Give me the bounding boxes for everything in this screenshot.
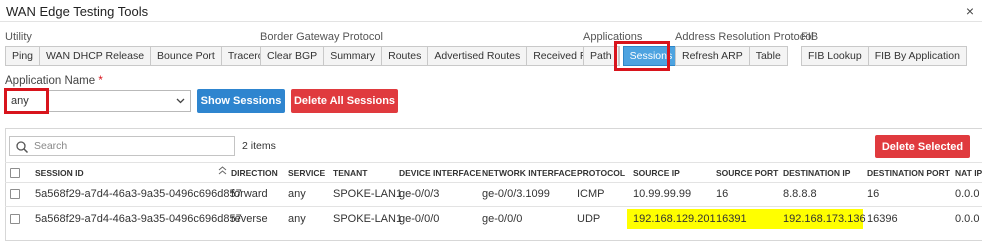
- search-input[interactable]: [34, 138, 232, 154]
- header-bottom-border: [5, 182, 982, 183]
- cell-destination-port: 16: [867, 188, 880, 200]
- cell-destination-port: 16396: [867, 213, 898, 225]
- cell-source-ip: 192.168.129.201: [633, 213, 716, 225]
- col-direction[interactable]: DIRECTION: [231, 168, 278, 178]
- arp-buttons: Refresh ARP Table: [675, 46, 788, 66]
- cell-network-interface: ge-0/0/0: [482, 213, 523, 225]
- cell-network-interface: ge-0/0/3.1099: [482, 188, 550, 200]
- col-protocol[interactable]: PROTOCOL: [577, 168, 625, 178]
- clear-bgp-button[interactable]: Clear BGP: [260, 46, 325, 66]
- window-title: WAN Edge Testing Tools: [6, 4, 149, 19]
- summary-button[interactable]: Summary: [324, 46, 383, 66]
- cell-tenant: SPOKE-LAN1: [333, 188, 403, 200]
- refresh-arp-button[interactable]: Refresh ARP: [675, 46, 750, 66]
- cell-nat-ip: 0.0.0: [955, 213, 980, 225]
- col-destination-port[interactable]: DESTINATION PORT: [867, 168, 950, 178]
- col-session-id[interactable]: SESSION ID: [35, 168, 84, 178]
- sessions-highlight-box: [614, 41, 670, 71]
- table-top-border: [5, 162, 982, 163]
- col-tenant[interactable]: TENANT: [333, 168, 367, 178]
- required-asterisk: *: [98, 75, 103, 87]
- col-destination-ip[interactable]: DESTINATION IP: [783, 168, 850, 178]
- cell-protocol: ICMP: [577, 188, 605, 200]
- col-network-interface[interactable]: NETWORK INTERFACE: [482, 168, 576, 178]
- cell-nat-ip: 0.0.0: [955, 188, 980, 200]
- search-box[interactable]: [9, 136, 235, 156]
- col-source-ip[interactable]: SOURCE IP: [633, 168, 680, 178]
- cell-session-id: 5a568f29-a7d4-46a3-9a35-0496c696d857: [35, 188, 242, 200]
- title-bar: WAN Edge Testing Tools ×: [0, 0, 982, 22]
- row-divider: [5, 206, 982, 207]
- col-service[interactable]: SERVICE: [288, 168, 325, 178]
- cell-direction: reverse: [231, 213, 268, 225]
- utility-buttons: Ping WAN DHCP Release Bounce Port Tracer…: [5, 46, 286, 66]
- delete-all-sessions-button[interactable]: Delete All Sessions: [291, 89, 398, 113]
- col-nat-ip[interactable]: NAT IP: [955, 168, 982, 178]
- item-count: 2 items: [242, 140, 276, 152]
- cell-device-interface: ge-0/0/0: [399, 213, 440, 225]
- cell-protocol: UDP: [577, 213, 601, 225]
- row-checkbox[interactable]: [10, 189, 20, 199]
- bgp-buttons: Clear BGP Summary Routes Advertised Rout…: [260, 46, 621, 66]
- cell-destination-ip: 192.168.173.136: [783, 213, 866, 225]
- cell-device-interface: ge-0/0/3: [399, 188, 440, 200]
- show-sessions-button[interactable]: Show Sessions: [197, 89, 285, 113]
- routes-button[interactable]: Routes: [382, 46, 429, 66]
- delete-selected-button[interactable]: Delete Selected: [875, 135, 970, 158]
- cell-tenant: SPOKE-LAN1: [333, 213, 403, 225]
- utility-label: Utility: [5, 31, 32, 43]
- cell-session-id: 5a568f29-a7d4-46a3-9a35-0496c696d857: [35, 213, 242, 225]
- search-icon: [15, 140, 29, 154]
- application-name-label: Application Name *: [5, 75, 103, 87]
- cell-destination-ip: 8.8.8.8: [783, 188, 817, 200]
- col-source-port[interactable]: SOURCE PORT: [716, 168, 778, 178]
- cell-direction: forward: [231, 188, 268, 200]
- arp-label: Address Resolution Protocol: [675, 31, 814, 43]
- bounce-port-button[interactable]: Bounce Port: [151, 46, 222, 66]
- advertised-routes-button[interactable]: Advertised Routes: [428, 46, 528, 66]
- arp-table-button[interactable]: Table: [749, 46, 788, 66]
- select-all-checkbox[interactable]: [10, 168, 20, 178]
- cell-service: any: [288, 188, 306, 200]
- close-icon[interactable]: ×: [966, 3, 974, 19]
- chevron-down-icon: [176, 91, 185, 118]
- cell-source-port: 16: [716, 188, 729, 200]
- cell-source-ip: 10.99.99.99: [633, 188, 692, 200]
- wan-dhcp-release-button[interactable]: WAN DHCP Release: [40, 46, 152, 66]
- fib-label: FIB: [801, 31, 819, 43]
- app-name-highlight-box: [4, 88, 49, 114]
- cell-source-port: 16391: [716, 213, 747, 225]
- cell-service: any: [288, 213, 306, 225]
- ping-button[interactable]: Ping: [5, 46, 41, 66]
- fib-buttons: FIB Lookup FIB By Application: [801, 46, 967, 66]
- col-device-interface[interactable]: DEVICE INTERFACE: [399, 168, 481, 178]
- fib-by-application-button[interactable]: FIB By Application: [868, 46, 967, 66]
- row-checkbox[interactable]: [10, 214, 20, 224]
- sort-icon[interactable]: [218, 166, 227, 178]
- bgp-label: Border Gateway Protocol: [260, 31, 383, 43]
- fib-lookup-button[interactable]: FIB Lookup: [801, 46, 869, 66]
